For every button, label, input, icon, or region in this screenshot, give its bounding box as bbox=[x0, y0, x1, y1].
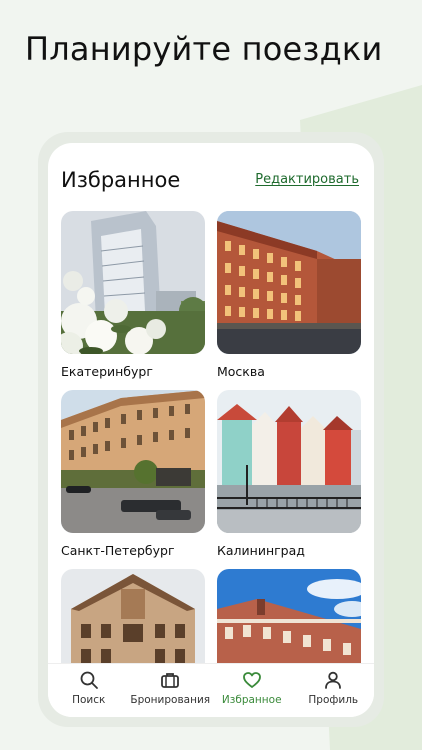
city-card[interactable]: Санкт-Петербург bbox=[61, 390, 205, 558]
heart-icon bbox=[242, 672, 261, 688]
city-photo bbox=[217, 390, 361, 533]
city-photo bbox=[217, 211, 361, 354]
edit-link[interactable]: Редактировать bbox=[255, 172, 359, 187]
city-photo bbox=[61, 390, 205, 533]
city-name: Екатеринбург bbox=[61, 364, 153, 379]
page-headline: Планируйте поездки bbox=[25, 30, 383, 68]
tab-label: Избранное bbox=[221, 694, 282, 706]
favorites-screen: Избранное Редактировать Екатеринбург Мос… bbox=[48, 143, 374, 717]
screen-title: Избранное bbox=[61, 168, 181, 192]
city-card[interactable]: Екатеринбург bbox=[61, 211, 205, 379]
tab-bookings[interactable]: Бронирования bbox=[130, 664, 212, 717]
search-icon bbox=[80, 671, 98, 689]
person-icon bbox=[325, 671, 342, 689]
city-card[interactable]: Москва bbox=[217, 211, 361, 379]
city-name: Москва bbox=[217, 364, 265, 379]
tab-label: Поиск bbox=[72, 694, 106, 706]
tab-label: Бронирования bbox=[130, 694, 211, 706]
briefcase-icon bbox=[161, 673, 180, 688]
tab-favorites[interactable]: Избранное bbox=[211, 664, 293, 717]
city-card[interactable]: Калининград bbox=[217, 390, 361, 558]
tab-search[interactable]: Поиск bbox=[48, 664, 130, 717]
tab-label: Профиль bbox=[308, 694, 359, 706]
city-name: Калининград bbox=[217, 543, 305, 558]
tab-bar: Поиск Бронирования Избранное Профиль bbox=[48, 663, 374, 717]
city-name: Санкт-Петербург bbox=[61, 543, 175, 558]
tab-profile[interactable]: Профиль bbox=[293, 664, 375, 717]
city-photo bbox=[61, 211, 205, 354]
